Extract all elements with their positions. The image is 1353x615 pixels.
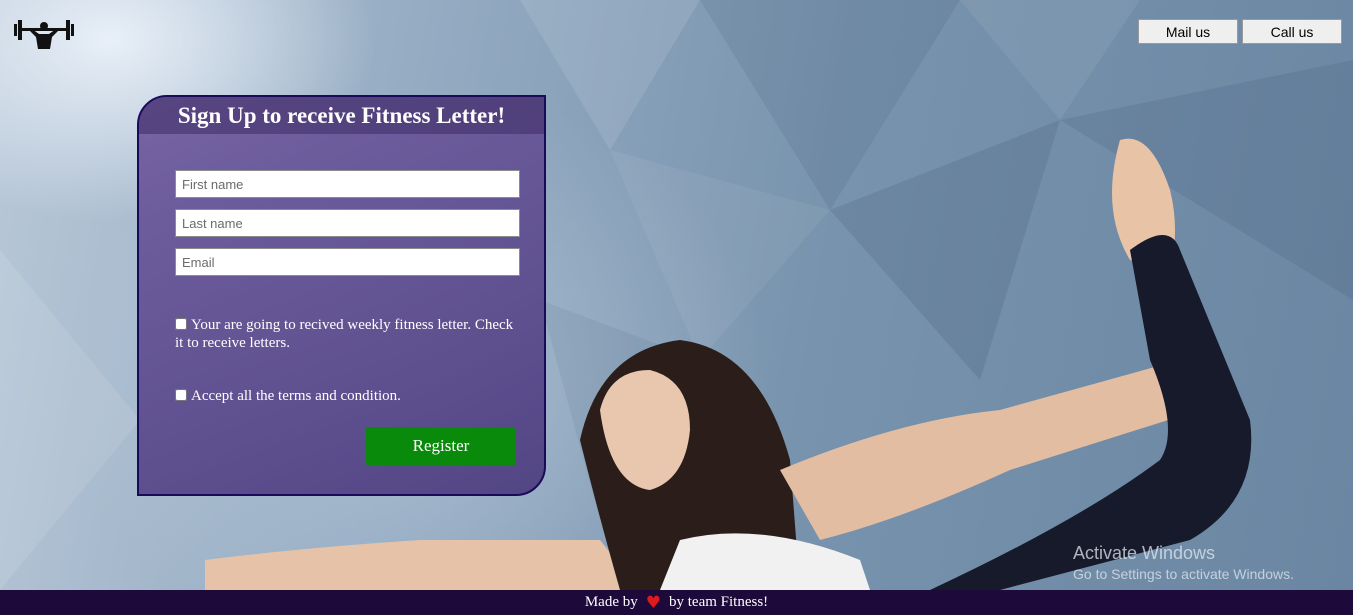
mail-us-button[interactable]: Mail us (1138, 19, 1238, 44)
footer-made-by: Made by (584, 594, 638, 610)
call-us-button[interactable]: Call us (1242, 19, 1342, 44)
footer: Made by ♥ by team Fitness! (0, 590, 1353, 615)
activate-windows-watermark: Activate Windows Go to Settings to activ… (1073, 543, 1294, 582)
terms-option: Accept all the terms and condition. (175, 387, 401, 405)
terms-checkbox[interactable] (175, 389, 187, 401)
newsletter-checkbox[interactable] (175, 318, 187, 330)
terms-label: Accept all the terms and condition. (191, 388, 401, 404)
email-input[interactable] (175, 248, 520, 276)
site-logo[interactable] (12, 15, 76, 51)
signup-title: Sign Up to receive Fitness Letter! (177, 102, 506, 128)
first-name-input[interactable] (175, 170, 520, 198)
dumbbell-lifter-icon (14, 20, 74, 49)
last-name-input[interactable] (175, 209, 520, 237)
newsletter-option: Your are going to recived weekly fitness… (175, 316, 515, 352)
register-button[interactable]: Register (366, 427, 516, 465)
footer-team: by team Fitness! (669, 594, 769, 610)
watermark-subtitle: Go to Settings to activate Windows. (1073, 566, 1294, 582)
heart-icon: ♥ (645, 592, 661, 613)
signup-header: Sign Up to receive Fitness Letter! (139, 97, 544, 134)
newsletter-label: Your are going to recived weekly fitness… (175, 317, 514, 351)
watermark-title: Activate Windows (1073, 543, 1216, 563)
signup-form: Sign Up to receive Fitness Letter! Your … (137, 95, 546, 496)
